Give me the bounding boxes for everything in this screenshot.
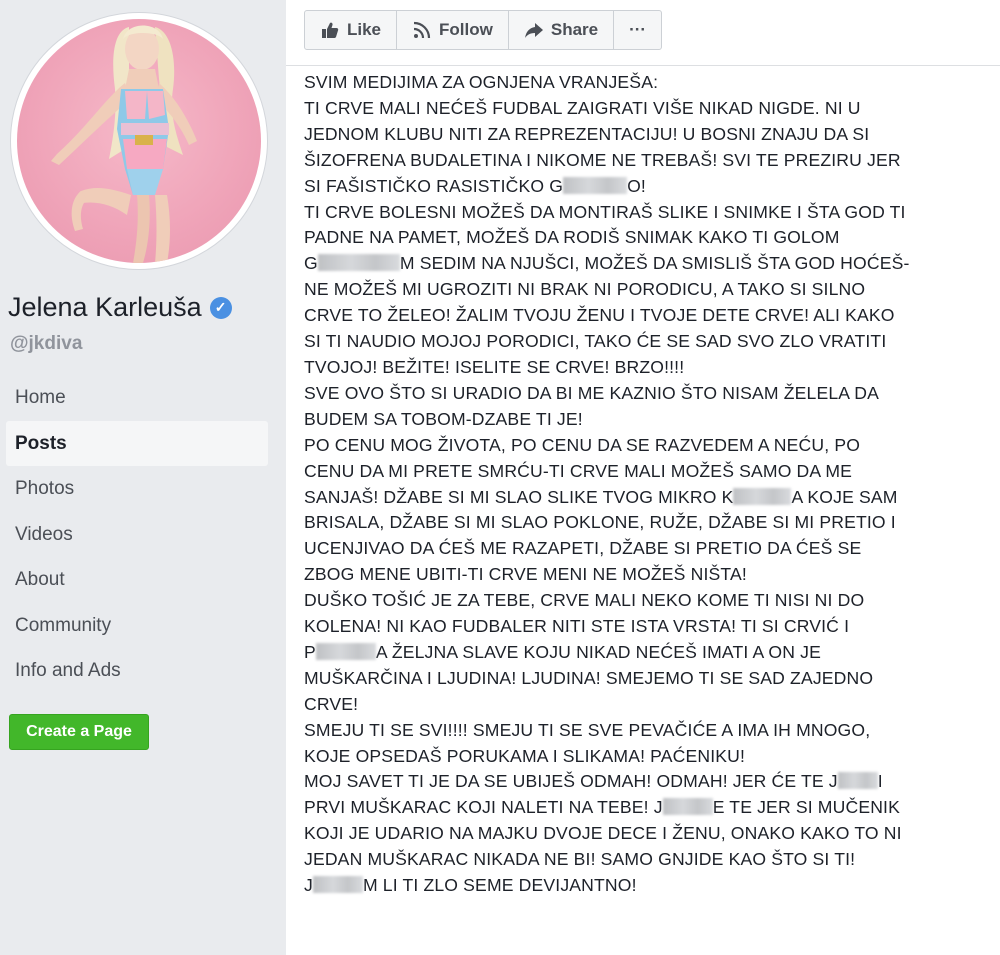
- post-line-text: A ŽELJNA SLAVE KOJU NIKAD NEĆEŠ IMATI A …: [375, 641, 821, 662]
- redacted-word: [312, 876, 363, 894]
- post-line: KOJE OPSEDAŠ PORUKAMA I SLIKAMA! PAĆENIK…: [304, 745, 746, 766]
- profile-photo-illustration: [51, 25, 197, 263]
- verified-check-icon: ✓: [209, 296, 232, 319]
- redacted-word: [733, 487, 792, 505]
- post-line: PRVI MUŠKARAC KOJI NALETI NA TEBE! J E TE…: [304, 795, 984, 821]
- post-line-text: O!: [627, 175, 646, 196]
- sidebar-item-videos[interactable]: Videos: [6, 512, 268, 558]
- profile-picture-frame[interactable]: [10, 12, 268, 270]
- post-line-text: J: [304, 875, 313, 896]
- redacted-word: [563, 176, 628, 194]
- share-button[interactable]: Share: [509, 11, 615, 49]
- post-line: TI CRVE MALI NEĆEŠ FUDBAL ZAIGRATI VIŠE …: [304, 97, 861, 118]
- sidebar-item-info-and-ads[interactable]: Info and Ads: [6, 648, 268, 694]
- like-button[interactable]: Like: [305, 11, 398, 49]
- more-dots-icon: ···: [629, 20, 647, 39]
- main-content: Like Follow Share ··· SVIM MEDIJIMA ZA O…: [286, 0, 1000, 955]
- redacted-word: [662, 798, 713, 816]
- post-line: TVOJOJ! BEŽITE! ISELITE SE CRVE! BRZO!!!…: [304, 356, 685, 377]
- post-line: SI TI NAUDIO MOJOJ PORODICI, TAKO ĆE SE …: [304, 331, 887, 352]
- post-line: BRISALA, DŽABE SI MI SLAO POKLONE, RUŽE,…: [304, 512, 896, 533]
- redacted-word: [315, 642, 376, 660]
- profile-picture[interactable]: [17, 19, 261, 263]
- post-line-text: P: [304, 641, 316, 662]
- thumbs-up-icon: [322, 22, 339, 38]
- post-line: BUDEM SA TOBOM-DZABE TI JE!: [304, 408, 583, 429]
- follow-label: Follow: [439, 20, 493, 39]
- post-line: SVE OVO ŠTO SI URADIO DA BI ME KAZNIO ŠT…: [304, 382, 879, 403]
- sidebar-item-photos[interactable]: Photos: [6, 466, 268, 512]
- post-line: SMEJU TI SE SVI!!!! SMEJU TI SE SVE PEVA…: [304, 719, 871, 740]
- share-arrow-icon: [524, 23, 543, 38]
- post-line: ZBOG MENE UBITI-TI CRVE MENI NE MOŽEŠ NI…: [304, 564, 747, 585]
- post-line: P A ŽELJNA SLAVE KOJU NIKAD NEĆEŠ IMATI A…: [304, 640, 984, 666]
- sidebar-item-community[interactable]: Community: [6, 603, 268, 649]
- post-line: JEDNOM KLUBU NITI ZA REPREZENTACIJU! U B…: [304, 123, 870, 144]
- left-sidebar: Jelena Karleuša ✓ @jkdiva Home Posts Pho…: [0, 0, 285, 955]
- post-line: SANJAŠ! DŽABE SI MI SLAO SLIKE TVOG MIKR…: [304, 485, 984, 511]
- follow-button[interactable]: Follow: [397, 11, 509, 49]
- post-line: CRVE TO ŽELEO! ŽALIM TVOJU ŽENU I TVOJE …: [304, 305, 895, 326]
- page-name[interactable]: Jelena Karleuša ✓: [8, 292, 232, 323]
- sidebar-nav: Home Posts Photos Videos About Community…: [6, 375, 268, 694]
- redacted-word: [837, 772, 878, 790]
- post-line-text: G: [304, 253, 318, 274]
- post-line: CRVE!: [304, 693, 359, 714]
- post-line: SVIM MEDIJIMA ZA OGNJENA VRANJEŠA:: [304, 72, 659, 92]
- post-line-text: SANJAŠ! DŽABE SI MI SLAO SLIKE TVOG MIKR…: [304, 486, 734, 507]
- post-line: KOLENA! NI KAO FUDBALER NITI STE ISTA VR…: [304, 616, 850, 637]
- post-line-text: PRVI MUŠKARAC KOJI NALETI NA TEBE! J: [304, 797, 663, 818]
- header-divider: [286, 65, 1000, 66]
- page-username[interactable]: @jkdiva: [10, 333, 82, 355]
- post-line: PADNE NA PAMET, MOŽEŠ DA RODIŠ SNIMAK KA…: [304, 227, 840, 248]
- post-line: J M LI TI ZLO SEME DEVIJANTNO!: [304, 873, 984, 899]
- page-name-text[interactable]: Jelena Karleuša: [8, 292, 202, 323]
- like-label: Like: [347, 20, 382, 39]
- page-action-bar: Like Follow Share ···: [304, 10, 663, 50]
- post-line-text: M LI TI ZLO SEME DEVIJANTNO!: [362, 875, 637, 896]
- sidebar-item-posts[interactable]: Posts: [6, 420, 268, 466]
- post-line-text: E TE JER SI MUČENIK: [712, 797, 900, 818]
- post-line: DUŠKO TOŠIĆ JE ZA TEBE, CRVE MALI NEKO K…: [304, 590, 865, 611]
- sidebar-item-about[interactable]: About: [6, 557, 268, 603]
- share-label: Share: [550, 20, 599, 39]
- post-line: SI FAŠISTIČKO RASISTIČKO G O!: [304, 174, 984, 200]
- post-line-text: I: [877, 771, 883, 792]
- post-line-text: M SEDIM NA NJUŠCI, MOŽEŠ DA SMISLIŠ ŠTA …: [399, 253, 910, 274]
- create-page-button[interactable]: Create a Page: [9, 714, 149, 750]
- post-body: SVIM MEDIJIMA ZA OGNJENA VRANJEŠA: TI CRV…: [304, 70, 984, 899]
- post-line-text: SI FAŠISTIČKO RASISTIČKO G: [304, 175, 564, 196]
- redacted-word: [317, 254, 400, 272]
- rss-follow-icon: [413, 21, 431, 39]
- post-line: ŠIZOFRENA BUDALETINA I NIKOME NE TREBAŠ!…: [304, 149, 901, 170]
- post-line: CENU DA MI PRETE SMRĆU-TI CRVE MALI MOŽE…: [304, 460, 853, 481]
- post-line: UCENJIVAO DA ĆEŠ ME RAZAPETI, DŽABE SI P…: [304, 538, 862, 559]
- post-line: NE MOŽEŠ MI UGROZITI NI BRAK NI PORODICU…: [304, 279, 866, 300]
- post-line-text: MOJ SAVET TI JE DA SE UBIJEŠ ODMAH! ODMA…: [304, 771, 838, 792]
- post-line: KOJI JE UDARIO NA MAJKU DVOJE DECE I ŽEN…: [304, 823, 902, 844]
- post-line: G M SEDIM NA NJUŠCI, MOŽEŠ DA SMISLIŠ ŠTA…: [304, 251, 984, 277]
- post-line: PO CENU MOG ŽIVOTA, PO CENU DA SE RAZVED…: [304, 434, 861, 455]
- post-line-text: A KOJE SAM: [791, 486, 898, 507]
- post-line: TI CRVE BOLESNI MOŽEŠ DA MONTIRAŠ SLIKE …: [304, 201, 906, 222]
- sidebar-item-home[interactable]: Home: [6, 375, 268, 421]
- post-line: MUŠKARČINA I LJUDINA! LJUDINA! SMEJEMO T…: [304, 667, 874, 688]
- post-line: MOJ SAVET TI JE DA SE UBIJEŠ ODMAH! ODMA…: [304, 769, 984, 795]
- post-line: JEDAN MUŠKARAC NIKADA NE BI! SAMO GNJIDE…: [304, 849, 856, 870]
- more-options-button[interactable]: ···: [614, 11, 661, 49]
